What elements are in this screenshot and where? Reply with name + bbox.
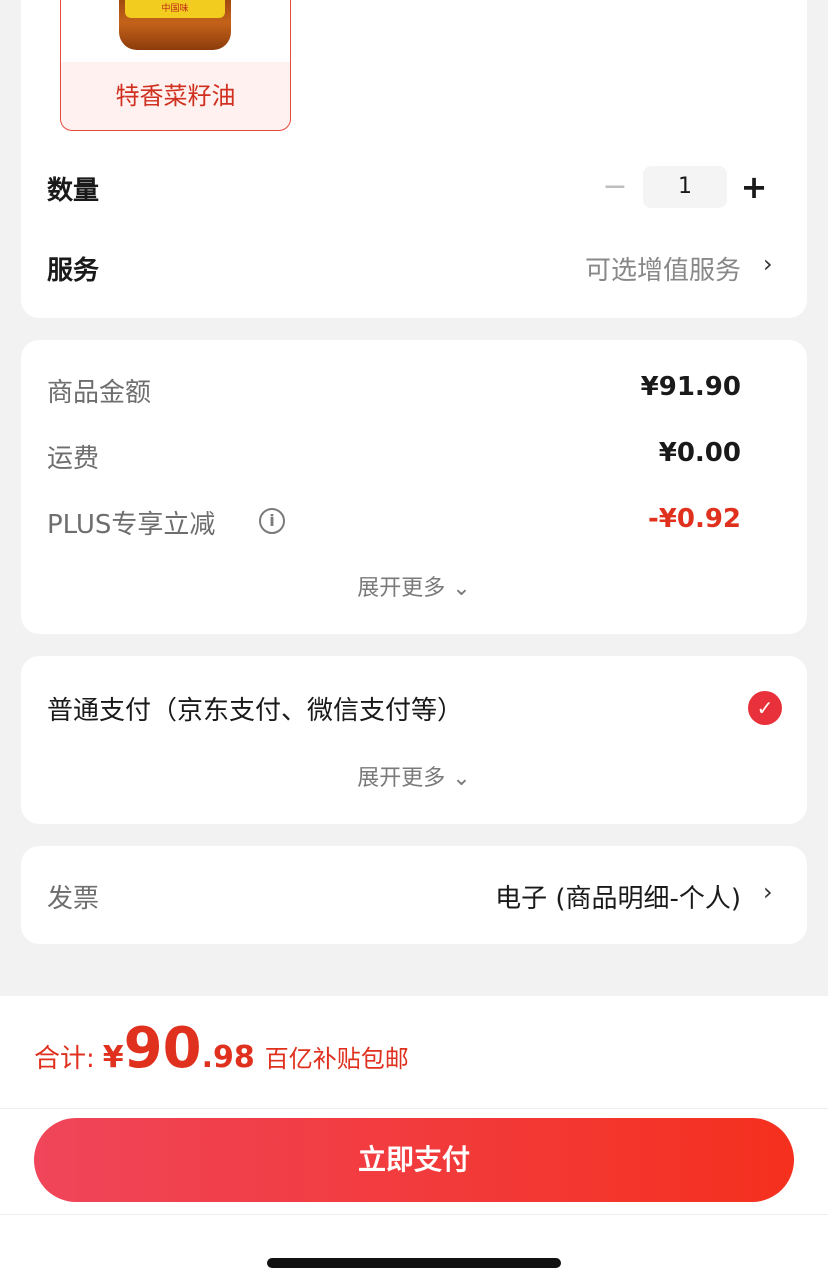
quantity-decrease-button[interactable]: − bbox=[601, 172, 629, 202]
invoice-value[interactable]: 电子 (商品明细-个人) bbox=[495, 878, 741, 915]
price-detail-card: 商品金额 ¥91.90 运费 ¥0.00 PLUS专享立减 i -¥0.92 展… bbox=[21, 340, 807, 634]
plus-discount-label: PLUS专享立减 bbox=[47, 510, 216, 540]
product-card: 中国味 特香菜籽油 数量 − 1 + 服务 可选增值服务 › bbox=[21, 0, 807, 318]
quantity-input[interactable]: 1 bbox=[643, 166, 727, 208]
info-icon[interactable]: i bbox=[259, 508, 285, 534]
plus-discount-value: -¥0.92 bbox=[647, 504, 741, 534]
variant-name: 特香菜籽油 bbox=[115, 82, 236, 110]
goods-amount-value: ¥91.90 bbox=[640, 372, 741, 402]
total-currency: ¥ bbox=[102, 1040, 124, 1075]
shipping-value: ¥0.00 bbox=[658, 438, 741, 468]
expand-more-payment[interactable]: 展开更多 ⌄ bbox=[21, 760, 807, 792]
total-amount-decimal: .98 bbox=[201, 1040, 255, 1075]
bottle-label: 中国味 bbox=[125, 0, 225, 18]
divider bbox=[0, 1108, 828, 1109]
pay-now-button[interactable]: 立即支付 bbox=[34, 1118, 794, 1202]
service-label: 服务 bbox=[47, 256, 100, 286]
shipping-label: 运费 bbox=[47, 444, 100, 474]
quantity-increase-button[interactable]: + bbox=[739, 170, 769, 204]
goods-amount-label: 商品金额 bbox=[47, 378, 152, 408]
payment-method-label[interactable]: 普通支付（京东支付、微信支付等） bbox=[47, 690, 463, 727]
checkout-bar: 合计: ¥90.98 百亿补贴包邮 立即支付 bbox=[0, 996, 828, 1286]
subsidy-note: 百亿补贴包邮 bbox=[264, 1045, 409, 1073]
total-amount-integer: 90 bbox=[123, 1016, 202, 1081]
payment-card: 普通支付（京东支付、微信支付等） ✓ 展开更多 ⌄ bbox=[21, 656, 807, 824]
total-line: 合计: ¥90.98 百亿补贴包邮 bbox=[34, 1016, 409, 1086]
invoice-card[interactable]: 发票 电子 (商品明细-个人) › bbox=[21, 846, 807, 944]
expand-more-price[interactable]: 展开更多 ⌄ bbox=[21, 570, 807, 602]
variant-option-selected[interactable]: 中国味 特香菜籽油 bbox=[60, 0, 291, 131]
home-indicator[interactable] bbox=[267, 1258, 561, 1268]
quantity-label: 数量 bbox=[47, 176, 100, 206]
invoice-label: 发票 bbox=[47, 884, 100, 914]
checkmark-icon[interactable]: ✓ bbox=[748, 691, 782, 725]
total-label: 合计: bbox=[34, 1044, 95, 1074]
service-chevron-icon[interactable]: › bbox=[763, 250, 773, 278]
service-value[interactable]: 可选增值服务 bbox=[585, 250, 741, 287]
product-thumbnail: 中国味 bbox=[61, 0, 290, 62]
invoice-chevron-icon[interactable]: › bbox=[763, 878, 773, 906]
divider bbox=[0, 1214, 828, 1215]
